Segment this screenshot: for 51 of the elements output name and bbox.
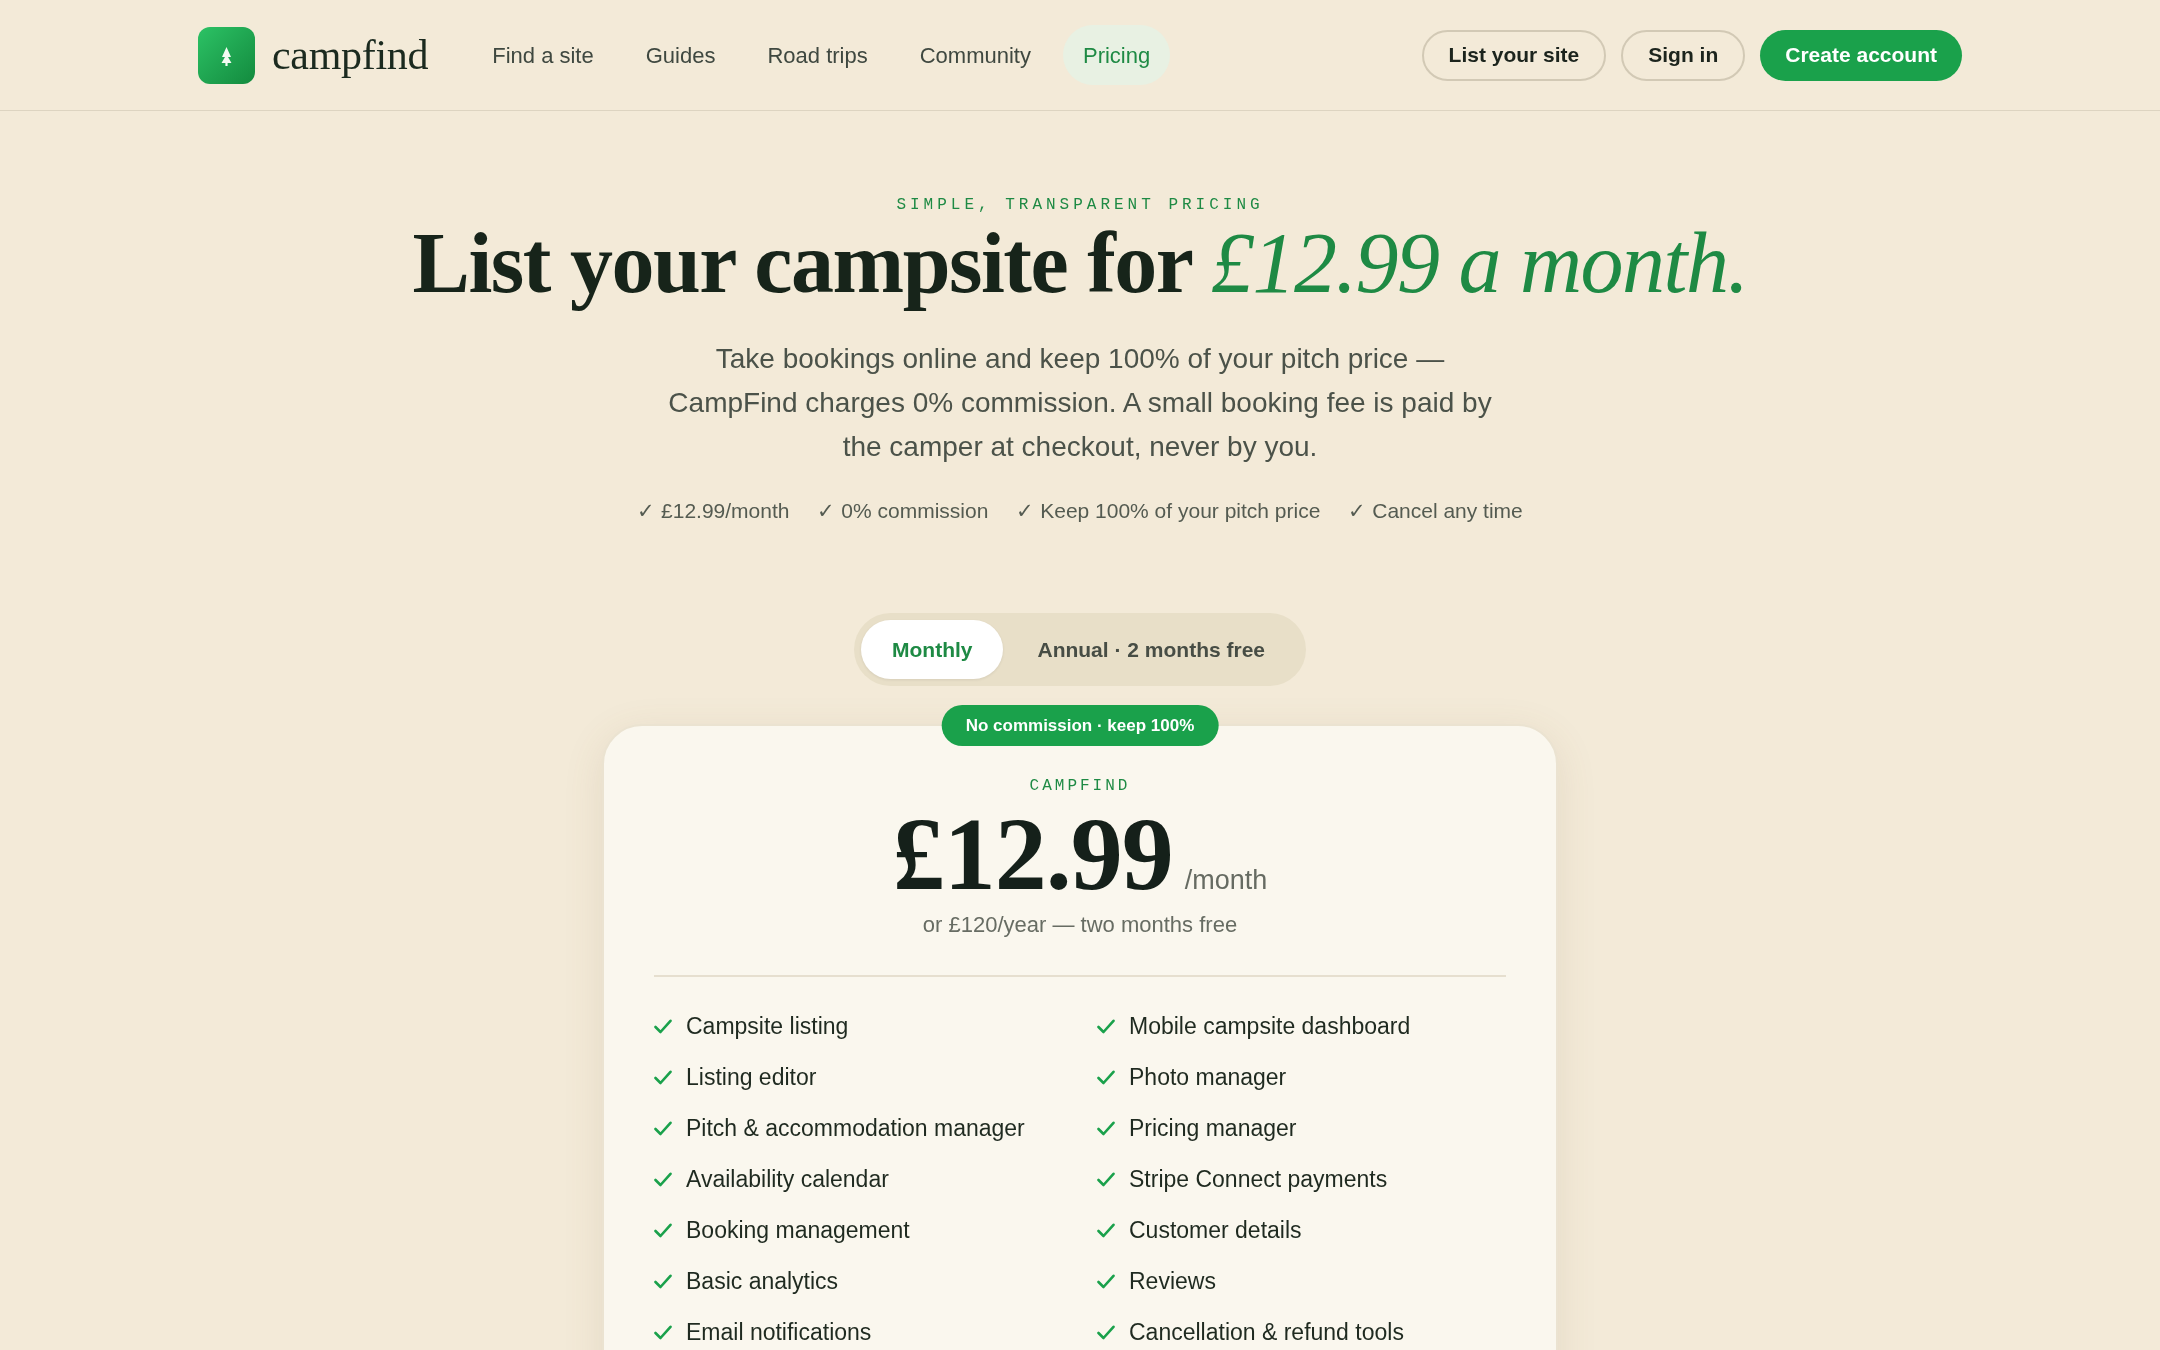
price-amount: £12.99 [892, 804, 1173, 904]
check-icon [654, 1120, 672, 1136]
eyebrow-text: SIMPLE, TRANSPARENT PRICING [896, 195, 1264, 215]
feature-text: Campsite listing [686, 1012, 849, 1040]
check-icon [1097, 1171, 1115, 1187]
feature-text: Photo manager [1129, 1063, 1287, 1091]
hero-heading: List your campsite for £12.99 a month. [412, 215, 1748, 311]
check-icon [654, 1018, 672, 1034]
nav-link[interactable]: Find a site [472, 25, 614, 85]
feature-text: Stripe Connect payments [1129, 1165, 1388, 1193]
check-icon [1097, 1324, 1115, 1340]
logo-tree-icon[interactable] [198, 26, 255, 84]
check-icon [654, 1171, 672, 1187]
nav-link[interactable]: Guides [625, 25, 736, 85]
feature-text: Basic analytics [686, 1267, 839, 1295]
annual-price-note: or £120/year — two months free [922, 912, 1238, 938]
billing-tab[interactable]: Annual · 2 months free [1003, 620, 1299, 679]
highlight-text: ✓ Keep 100% of your pitch price [1016, 499, 1321, 523]
check-icon [654, 1324, 672, 1340]
feature-text: Cancellation & refund tools [1129, 1318, 1404, 1346]
check-icon [1097, 1069, 1115, 1085]
highlight-text: ✓ Cancel any time [1348, 499, 1523, 523]
highlight-text: ✓ 0% commission [817, 499, 989, 523]
feature-text: Booking management [686, 1216, 910, 1244]
check-icon [654, 1222, 672, 1238]
check-icon [1097, 1273, 1115, 1289]
feature-text: Pitch & accommodation manager [686, 1114, 1025, 1142]
check-icon [1097, 1222, 1115, 1238]
feature-text: Listing editor [686, 1063, 817, 1091]
hero-intro: Take bookings online and keep 100% of your pitch price — CampFind charges 0% commission. A small booking fee is paid by the camper at checkout, never by you. [667, 342, 1493, 464]
check-icon [1097, 1120, 1115, 1136]
nav-link[interactable]: Pricing [1062, 25, 1171, 85]
nav-link[interactable]: Road trips [747, 25, 888, 85]
feature-text: Availability calendar [686, 1165, 889, 1193]
check-icon [654, 1069, 672, 1085]
check-icon [654, 1273, 672, 1289]
feature-text: Reviews [1129, 1267, 1216, 1295]
plan-name: CAMPFIND [1029, 776, 1131, 796]
highlight-text: ✓ £12.99/month [637, 499, 790, 523]
logo-text[interactable]: campfind [272, 34, 429, 76]
nav-link[interactable]: Community [899, 25, 1051, 85]
feature-text: Pricing manager [1129, 1114, 1297, 1142]
nav-action-button[interactable]: Sign in [1621, 29, 1746, 81]
billing-tab[interactable]: Monthly [861, 620, 1004, 679]
nav-action-button[interactable]: List your site [1421, 29, 1607, 81]
feature-text: Mobile campsite dashboard [1129, 1012, 1411, 1040]
feature-text: Email notifications [686, 1318, 872, 1346]
commission-badge: No commission · keep 100% [941, 705, 1219, 746]
price-period: /month [1184, 864, 1268, 897]
check-icon [1097, 1018, 1115, 1034]
feature-text: Customer details [1129, 1216, 1302, 1244]
